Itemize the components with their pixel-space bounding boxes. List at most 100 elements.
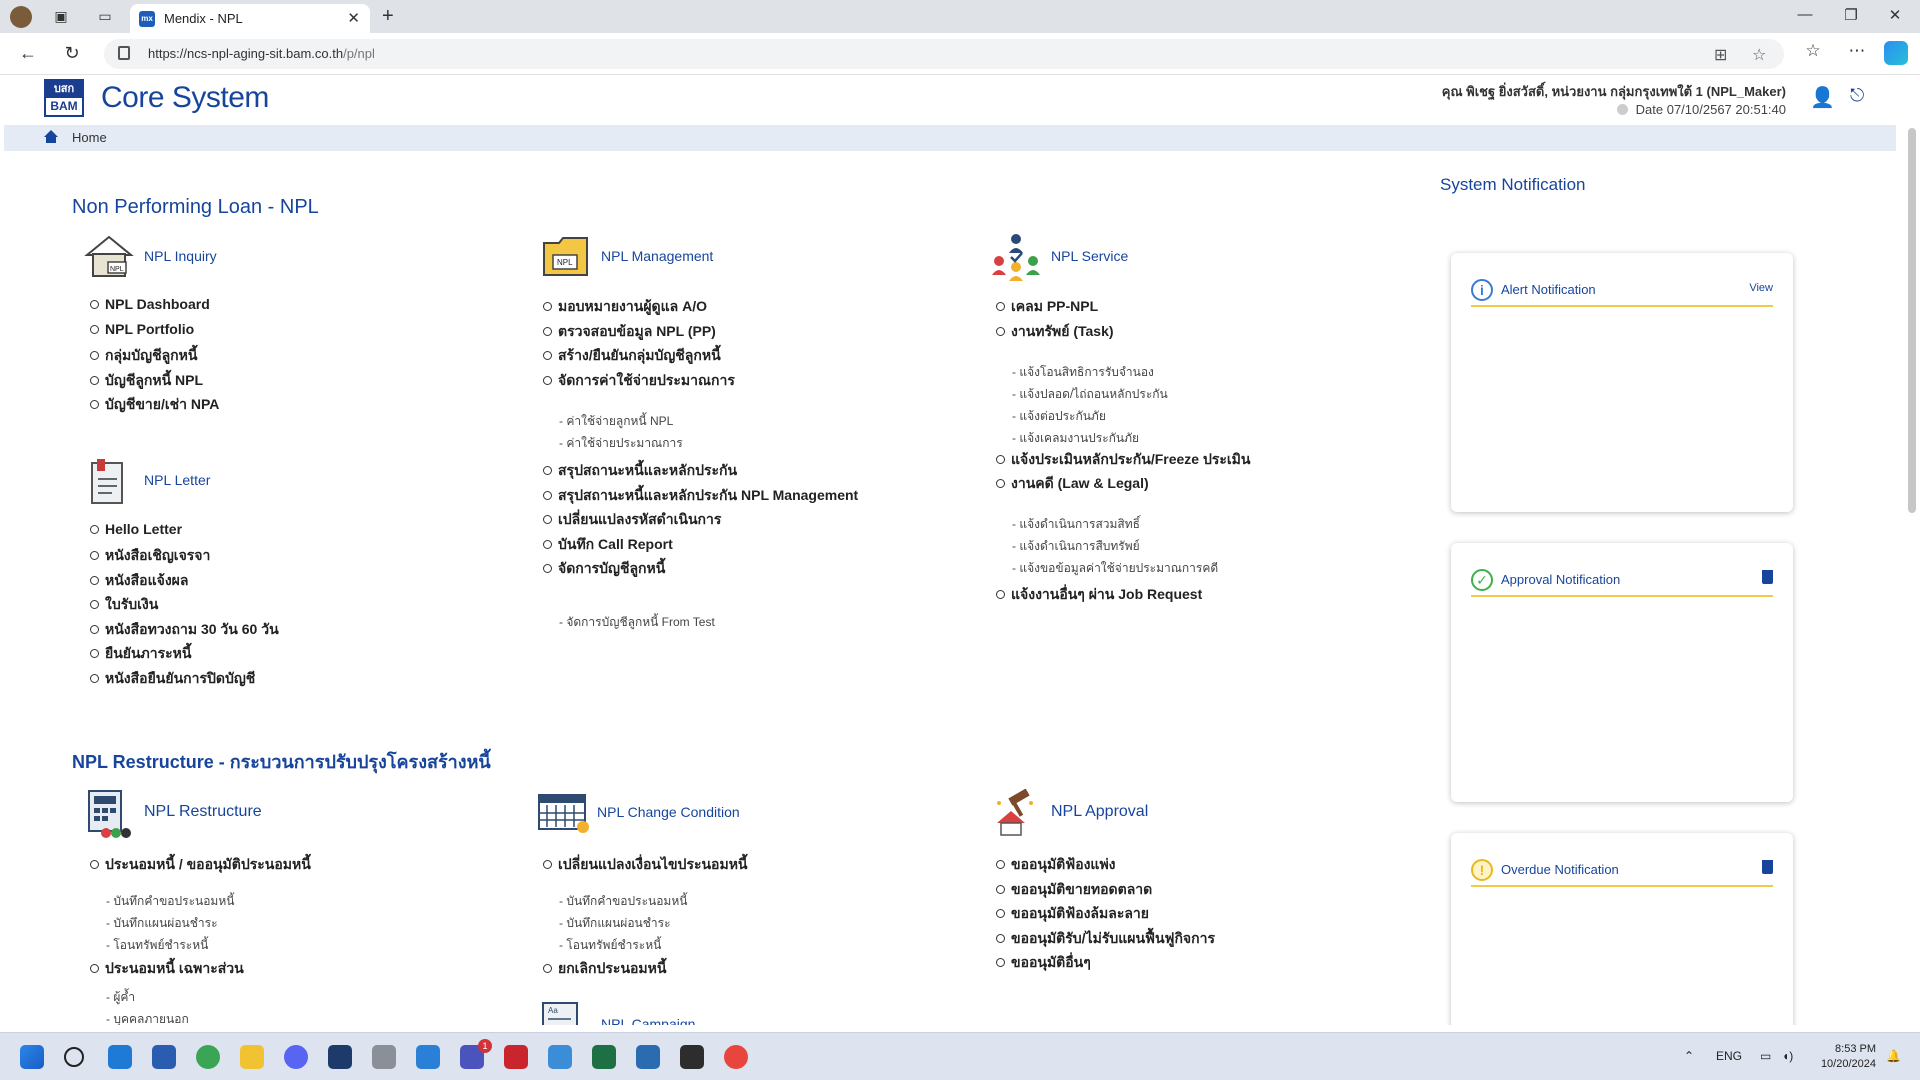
npl-letter-header[interactable]: NPL Letter <box>84 457 210 504</box>
list-item[interactable]: มอบหมายงานผู้ดูแล A/O <box>543 296 707 318</box>
database-icon[interactable] <box>372 1045 396 1069</box>
list-item[interactable]: บันทึก Call Report <box>543 534 673 556</box>
list-item[interactable]: ประนอมหนี้ / ขออนุมัติประนอมหนี้ <box>90 854 311 876</box>
list-item[interactable]: ขออนุมัติขายทอดตลาด <box>996 879 1152 901</box>
list-item[interactable]: เปลี่ยนแปลงเงื่อนไขประนอมหนี้ <box>543 854 748 876</box>
app-install-icon[interactable]: ⊞ <box>1714 45 1727 65</box>
list-item[interactable]: NPL Dashboard <box>90 296 210 312</box>
sub-item[interactable]: - บันทึกแผนผ่อนชำระ <box>559 914 671 933</box>
sub-item[interactable]: - แจ้งดำเนินการสวมสิทธิ์ <box>1012 515 1140 534</box>
list-item[interactable]: สรุปสถานะหนี้และหลักประกัน <box>543 460 737 482</box>
npl-management-label[interactable]: NPL Management <box>601 248 713 264</box>
restore-icon[interactable]: ❐ <box>1836 6 1866 24</box>
list-item[interactable]: หนังสือทวงถาม 30 วัน 60 วัน <box>90 619 279 641</box>
list-item[interactable]: หนังสือแจ้งผล <box>90 570 188 592</box>
list-item[interactable]: สร้าง/ยืนยันกลุ่มบัญชีลูกหนี้ <box>543 345 721 367</box>
sub-item[interactable]: - บันทึกคำขอประนอมหนี้ <box>559 892 687 911</box>
trash-icon[interactable] <box>1762 860 1773 874</box>
user-profile-icon[interactable]: 👤 <box>1810 85 1835 110</box>
npl-change-condition-label[interactable]: NPL Change Condition <box>597 804 740 820</box>
npl-inquiry-label[interactable]: NPL Inquiry <box>144 248 217 264</box>
network-icon[interactable]: ▭ <box>1760 1049 1771 1063</box>
favorite-star-icon[interactable]: ☆ <box>1752 45 1766 65</box>
taskbar-clock[interactable]: 8:53 PM 10/20/2024 <box>1821 1042 1876 1072</box>
list-item[interactable]: ขออนุมัติฟ้องแพ่ง <box>996 854 1116 876</box>
page-scrollbar[interactable] <box>1908 128 1916 513</box>
refresh-icon[interactable]: ↻ <box>60 43 84 64</box>
excel-icon[interactable] <box>592 1045 616 1069</box>
terminal-icon[interactable] <box>680 1045 704 1069</box>
npl-approval-header[interactable]: NPL Approval <box>991 788 1148 836</box>
chrome-profile-icon[interactable] <box>196 1045 220 1069</box>
npl-change-condition-header[interactable]: NPL Change Condition <box>537 789 740 835</box>
start-windows-icon[interactable] <box>20 1045 44 1069</box>
list-item[interactable]: บัญชีขาย/เช่า NPA <box>90 394 219 416</box>
vscode-icon[interactable] <box>416 1045 440 1069</box>
workspaces-icon[interactable]: ▣ <box>52 7 70 25</box>
sub-item[interactable]: - โอนทรัพย์ชำระหนี้ <box>106 936 208 955</box>
sub-item[interactable]: - บันทึกแผนผ่อนชำระ <box>106 914 218 933</box>
list-item[interactable]: เปลี่ยนแปลงรหัสดำเนินการ <box>543 509 721 531</box>
npl-approval-label[interactable]: NPL Approval <box>1051 803 1148 821</box>
acrobat-icon[interactable] <box>504 1045 528 1069</box>
sub-item[interactable]: - ผู้ค้ำ <box>106 988 135 1007</box>
sub-item[interactable]: - แจ้งต่อประกันภัย <box>1012 407 1106 426</box>
profile-avatar[interactable] <box>10 6 32 28</box>
sub-item[interactable]: - แจ้งเคลมงานประกันภัย <box>1012 429 1139 448</box>
list-item[interactable]: ใบรับเงิน <box>90 594 158 616</box>
language-indicator[interactable]: ENG <box>1716 1049 1742 1063</box>
bam-logo[interactable]: บสก BAM <box>44 79 84 117</box>
list-item[interactable]: งานทรัพย์ (Task) <box>996 321 1114 343</box>
breadcrumb-home[interactable]: Home <box>72 130 107 145</box>
store-icon[interactable] <box>152 1045 176 1069</box>
list-item[interactable]: ตรวจสอบข้อมูล NPL (PP) <box>543 321 716 343</box>
browser-tab[interactable]: mx Mendix - NPL ✕ <box>130 4 370 33</box>
sub-item[interactable]: - แจ้งโอนสิทธิการรับจำนอง <box>1012 363 1154 382</box>
copilot-icon[interactable] <box>1884 41 1908 65</box>
url-input[interactable]: https://ncs-npl-aging-sit.bam.co.th/p/np… <box>104 39 1784 69</box>
sub-item[interactable]: - บุคคลภายนอก <box>106 1010 189 1025</box>
list-item[interactable]: จัดการบัญชีลูกหนี้ <box>543 558 665 580</box>
list-item[interactable]: เคลม PP-NPL <box>996 296 1098 318</box>
sub-item[interactable]: - ค่าใช้จ่ายลูกหนี้ NPL <box>559 412 673 431</box>
sub-item[interactable]: - ค่าใช้จ่ายประมาณการ <box>559 434 683 453</box>
npl-campaign-label[interactable]: NPL Campaign <box>601 1016 695 1025</box>
npl-campaign-header[interactable]: Aa NPL Campaign <box>541 1000 695 1025</box>
search-icon[interactable] <box>64 1047 84 1067</box>
volume-icon[interactable]: ◖) <box>1782 1049 1793 1063</box>
sub-item[interactable]: - โอนทรัพย์ชำระหนี้ <box>559 936 661 955</box>
list-item[interactable]: ขออนุมัติอื่นๆ <box>996 952 1091 974</box>
list-item[interactable]: ยืนยันภาระหนี้ <box>90 643 191 665</box>
more-menu-icon[interactable]: ⋯ <box>1844 41 1870 61</box>
new-tab-icon[interactable]: + <box>382 5 394 28</box>
list-item[interactable]: ขออนุมัติฟ้องล้มละลาย <box>996 903 1149 925</box>
lock-icon[interactable] <box>118 46 130 60</box>
file-explorer-icon[interactable] <box>240 1045 264 1069</box>
paint-icon[interactable] <box>548 1045 572 1069</box>
list-item[interactable]: กลุ่มบัญชีลูกหนี้ <box>90 345 197 367</box>
list-item[interactable]: แจ้งงานอื่นๆ ผ่าน Job Request <box>996 584 1202 606</box>
list-item[interactable]: สรุปสถานะหนี้และหลักประกัน NPL Managemen… <box>543 485 858 507</box>
list-item[interactable]: ยกเลิกประนอมหนี้ <box>543 958 666 980</box>
list-item[interactable]: Hello Letter <box>90 521 182 537</box>
edge-icon[interactable] <box>108 1045 132 1069</box>
sub-item[interactable]: - บันทึกคำขอประนอมหนี้ <box>106 892 234 911</box>
npl-service-header[interactable]: NPL Service <box>991 233 1128 281</box>
home-icon[interactable] <box>44 130 58 143</box>
tab-actions-icon[interactable]: ▭ <box>96 7 114 25</box>
list-item[interactable]: งานคดี (Law & Legal) <box>996 473 1149 495</box>
tab-close-icon[interactable]: ✕ <box>347 9 360 27</box>
sub-item[interactable]: - แจ้งดำเนินการสืบทรัพย์ <box>1012 537 1140 556</box>
list-item[interactable]: แจ้งประเมินหลักประกัน/Freeze ประเมิน <box>996 449 1250 471</box>
list-item[interactable]: NPL Portfolio <box>90 321 194 337</box>
list-item[interactable]: หนังสือเชิญเจรจา <box>90 545 210 567</box>
sub-item[interactable]: - จัดการบัญชีลูกหนี้ From Test <box>559 613 715 632</box>
snipping-tool-icon[interactable] <box>328 1045 352 1069</box>
discord-icon[interactable] <box>284 1045 308 1069</box>
window-close-icon[interactable]: ✕ <box>1880 6 1910 24</box>
npl-restructure-header[interactable]: NPL Restructure <box>84 789 262 838</box>
list-item[interactable]: จัดการค่าใช้จ่ายประมาณการ <box>543 370 735 392</box>
sub-item[interactable]: - แจ้งขอข้อมูลค่าใช้จ่ายประมาณการคดี <box>1012 559 1218 578</box>
notification-bell-icon[interactable]: 🔔 <box>1886 1049 1901 1063</box>
npl-letter-label[interactable]: NPL Letter <box>144 472 210 488</box>
